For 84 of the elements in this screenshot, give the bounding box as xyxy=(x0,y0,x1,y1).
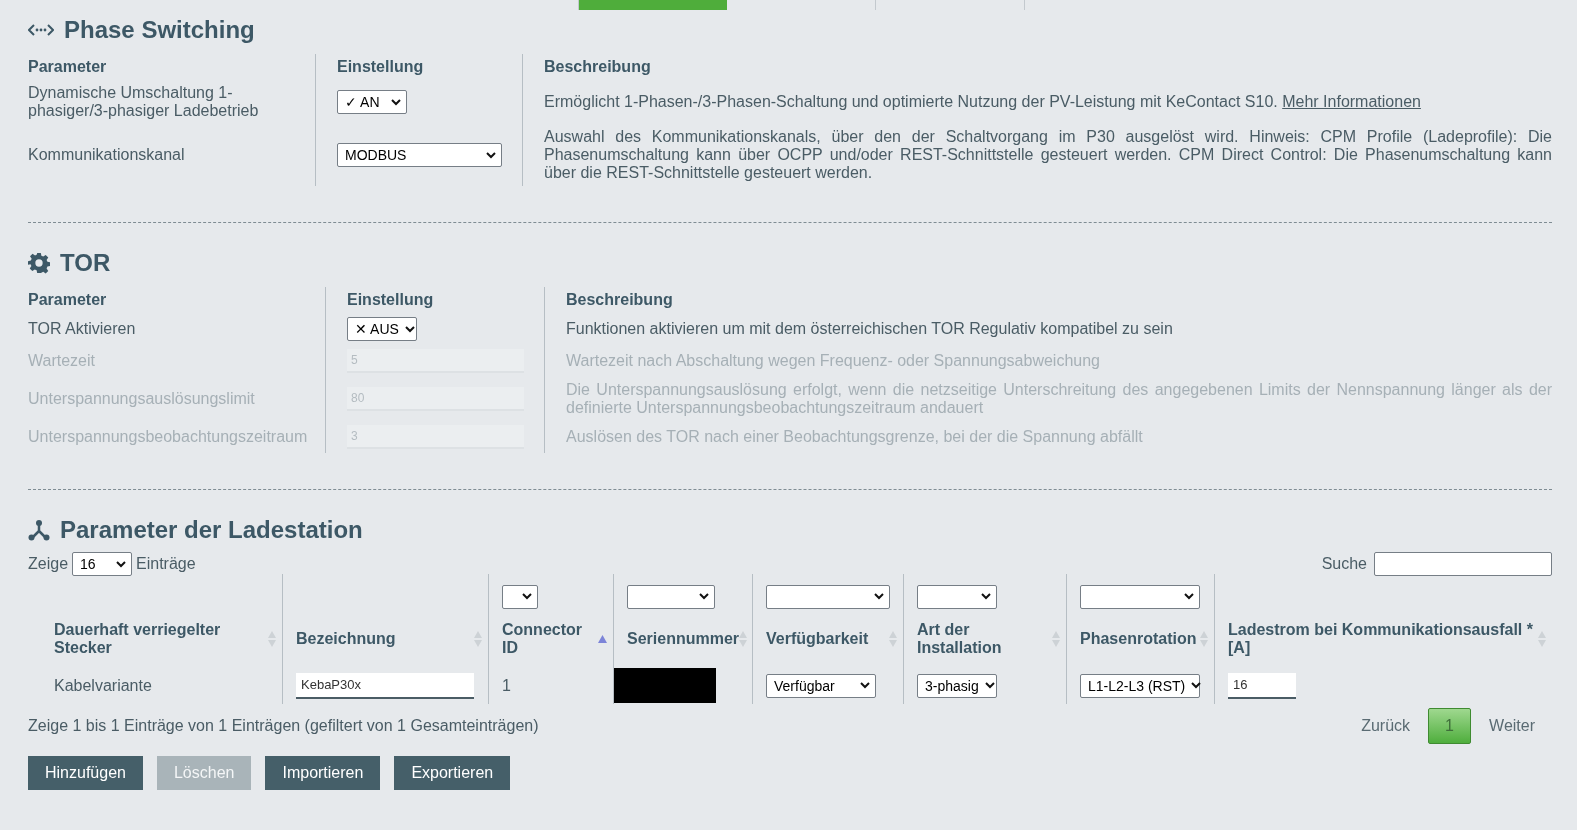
parameter-label: Dynamische Umschaltung 1-phasiger/3-phasiger Ladebetrieb xyxy=(28,84,260,120)
column-header[interactable]: Connector ID xyxy=(502,611,607,667)
search-label: Suche xyxy=(1321,555,1367,573)
chevron-icon xyxy=(1184,593,1194,600)
network-icon xyxy=(28,519,50,541)
section-title: TOR xyxy=(60,249,111,277)
table-dropdown[interactable]: L1-L2-L3 (RST) xyxy=(1080,673,1200,698)
sort-icon[interactable] xyxy=(739,631,748,647)
sort-icon[interactable] xyxy=(1200,631,1208,647)
section-title: Phase Switching xyxy=(64,16,255,44)
column-header[interactable]: Seriennummer xyxy=(627,611,748,667)
description-text: Auswahl des Kommunikationskanals, über den der Schaltvorgang im P30 ausgelöst wird. Hinweis: CPM Profile (Ladeprofile): Die Phasenumschaltung kann über OCPP und/oder REST-Schnittstelle gesteuert werden. CPM Direct Control: Die Phasenumschaltung kann über die REST-Schnittstelle gesteuert werden. xyxy=(544,128,1552,182)
action-button[interactable]: Hinzufügen xyxy=(28,756,143,790)
table-info: Zeige 1 bis 1 Einträge von 1 Einträgen (gefiltert von 1 Gesamteinträgen) xyxy=(28,717,539,735)
setting-dropdown[interactable]: ✕ AUS xyxy=(347,317,417,341)
header-text: Phasenrotation xyxy=(1080,630,1197,648)
column-header[interactable]: Verfügbarkeit xyxy=(766,611,897,667)
chevron-icon xyxy=(486,151,496,159)
column-header: Einstellung xyxy=(337,58,424,76)
header-text: Connector ID xyxy=(502,621,583,657)
setting-dropdown[interactable]: ✓ AN xyxy=(337,90,407,114)
column-header: Parameter xyxy=(28,58,107,76)
column-header: Beschreibung xyxy=(566,291,673,309)
table-dropdown[interactable]: 3-phasig xyxy=(917,673,997,698)
header-text: Bezeichnung xyxy=(296,630,396,648)
chevron-icon xyxy=(1191,682,1202,689)
header-text: Ladestrom bei Kommunikationsausfall * [A] xyxy=(1228,621,1534,657)
column-header[interactable]: Bezeichnung xyxy=(296,611,482,667)
table-dropdown[interactable]: Verfügbar xyxy=(766,673,876,698)
sort-icon[interactable] xyxy=(1538,631,1546,647)
gear-icon xyxy=(28,252,50,274)
header-text: Verfügbarkeit xyxy=(766,630,869,648)
sort-icon[interactable] xyxy=(474,631,482,647)
entries-label: Einträge xyxy=(136,555,196,573)
arrows-icon xyxy=(28,23,54,37)
table-input[interactable]: KebaP30x xyxy=(296,672,474,699)
column-header: Beschreibung xyxy=(544,58,651,76)
parameter-label: Unterspannungsbeobachtungszeitraum xyxy=(28,428,308,446)
filter-dropdown[interactable] xyxy=(502,584,538,609)
header-text: Seriennummer xyxy=(627,630,740,648)
pagination-link[interactable]: Weiter xyxy=(1489,717,1535,735)
header-text: Dauerhaft verriegelter Stecker xyxy=(54,621,222,657)
table-input[interactable]: 16 xyxy=(1228,672,1296,699)
column-header[interactable]: Art der Installation xyxy=(917,611,1060,667)
chevron-icon xyxy=(874,593,884,600)
setting-dropdown[interactable]: MODBUS xyxy=(337,143,502,167)
tab[interactable] xyxy=(579,0,727,10)
parameter-label: Unterspannungsauslösungslimit xyxy=(28,390,255,408)
search-field[interactable] xyxy=(1374,552,1552,576)
column-header: Einstellung xyxy=(347,291,434,309)
description-text: Die Unterspannungsauslösung erfolgt, wenn die netzseitige Unterschreitung des angegebenen Limits der Nennspannung länger als der definierte Unterspannungsbeobachtungszeitraum andauert xyxy=(566,381,1552,417)
more-info-link[interactable]: Mehr Informationen xyxy=(1282,93,1421,110)
column-header[interactable]: Ladestrom bei Kommunikationsausfall * [A] xyxy=(1228,611,1546,667)
sort-icon[interactable] xyxy=(889,631,897,647)
sort-up-icon[interactable] xyxy=(598,635,607,643)
chevron-icon xyxy=(860,682,870,689)
section-title: Parameter der Ladestation xyxy=(60,516,363,544)
chevron-icon xyxy=(699,593,709,600)
chevron-icon xyxy=(404,325,415,333)
sort-icon[interactable] xyxy=(1052,631,1060,647)
table-cell: Kabelvariante xyxy=(54,676,152,695)
pagination-link[interactable]: Zurück xyxy=(1361,717,1411,735)
description-text: Ermöglicht 1-Phasen-/3-Phasen-Schaltung und optimierte Nutzung der PV-Leistung mit KeContact S10. Mehr Informationen xyxy=(544,93,1422,111)
column-header: Parameter xyxy=(28,291,107,309)
parameter-label: Kommunikationskanal xyxy=(28,146,185,164)
action-button[interactable]: Importieren xyxy=(265,756,381,790)
action-button[interactable]: Exportieren xyxy=(394,756,511,790)
sort-icon[interactable] xyxy=(268,631,276,647)
column-header[interactable]: Dauerhaft verriegelter Stecker xyxy=(54,611,276,667)
table-cell: 1 xyxy=(502,676,511,695)
show-label: Zeige xyxy=(28,555,69,573)
header-text: Art der Installation xyxy=(917,621,1003,657)
chevron-icon xyxy=(522,593,532,600)
description-text: Auslösen des TOR nach einer Beobachtungsgrenze, bei der die Spannung abfällt xyxy=(566,428,1144,446)
parameter-label: TOR Aktivieren xyxy=(28,320,136,338)
parameter-label: Wartezeit xyxy=(28,352,95,370)
chevron-icon xyxy=(981,593,991,600)
description-text: Wartezeit nach Abschaltung wegen Frequenz- oder Spannungsabweichung xyxy=(566,352,1101,370)
description-text: Funktionen aktivieren um mit dem österreichischen TOR Regulativ kompatibel zu sein xyxy=(566,320,1174,338)
chevron-icon xyxy=(984,682,995,689)
chevron-icon xyxy=(116,560,127,568)
page-length-dropdown[interactable]: 16 xyxy=(72,552,133,576)
chevron-icon xyxy=(391,98,401,106)
column-header[interactable]: Phasenrotation xyxy=(1080,611,1208,667)
